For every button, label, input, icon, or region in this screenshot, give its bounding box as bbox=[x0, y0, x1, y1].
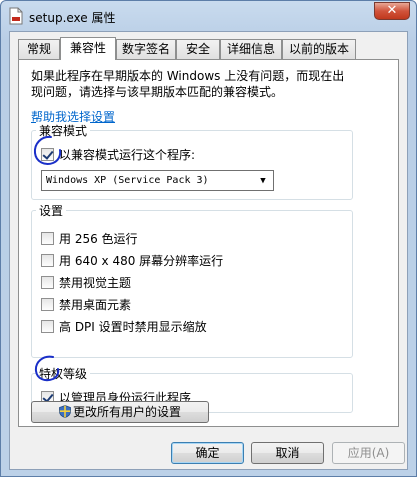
setting-256-colors-row[interactable]: 用 256 色运行 bbox=[41, 230, 138, 246]
intro-line-1: 如果此程序在早期版本的 Windows 上没有问题，而现在出 bbox=[31, 69, 345, 83]
compat-os-select[interactable]: Windows XP (Service Pack 3) ▼ bbox=[41, 170, 274, 191]
setting-256-colors-checkbox[interactable] bbox=[41, 232, 54, 245]
intro-line-2: 现问题，请选择与该早期版本匹配的兼容模式。 bbox=[31, 85, 284, 99]
tab-general[interactable]: 常规 bbox=[18, 39, 60, 59]
chevron-down-icon: ▼ bbox=[260, 176, 266, 186]
intro-text: 如果此程序在早期版本的 Windows 上没有问题，而现在出 现问题，请选择与该… bbox=[31, 68, 391, 100]
ok-button[interactable]: 确定 bbox=[171, 442, 244, 464]
compatibility-panel: 如果此程序在早期版本的 Windows 上没有问题，而现在出 现问题，请选择与该… bbox=[18, 59, 399, 427]
change-all-users-label: 更改所有用户的设置 bbox=[72, 405, 181, 419]
tab-security[interactable]: 安全 bbox=[176, 39, 220, 59]
compat-mode-group: 兼容模式 以兼容模式运行这个程序: Windows XP (Service Pa… bbox=[31, 122, 353, 200]
title-bar[interactable]: setup.exe 属性 ✕ bbox=[1, 1, 416, 31]
tab-digital-signatures[interactable]: 数字签名 bbox=[116, 39, 176, 59]
setting-640x480-checkbox[interactable] bbox=[41, 254, 54, 267]
tab-compatibility[interactable]: 兼容性 bbox=[60, 37, 116, 60]
privilege-group-title: 特权等级 bbox=[36, 365, 91, 382]
setting-disable-desktop-checkbox[interactable] bbox=[41, 298, 54, 311]
uac-shield-icon bbox=[59, 405, 71, 418]
setting-disable-themes-checkbox[interactable] bbox=[41, 276, 54, 289]
tab-details[interactable]: 详细信息 bbox=[220, 39, 282, 59]
setting-disable-desktop-row[interactable]: 禁用桌面元素 bbox=[41, 296, 131, 312]
setting-high-dpi-checkbox[interactable] bbox=[41, 320, 54, 333]
setting-high-dpi-row[interactable]: 高 DPI 设置时禁用显示缩放 bbox=[41, 318, 207, 334]
properties-window: setup.exe 属性 ✕ 常规 兼容性 数字签名 安全 详细信息 以前的版本… bbox=[0, 0, 417, 477]
close-button[interactable]: ✕ bbox=[374, 2, 410, 20]
compat-mode-group-title: 兼容模式 bbox=[36, 122, 91, 139]
compat-os-selected-value: Windows XP (Service Pack 3) bbox=[46, 175, 209, 186]
setting-high-dpi-label: 高 DPI 设置时禁用显示缩放 bbox=[59, 320, 207, 334]
compat-mode-checkbox[interactable] bbox=[41, 148, 54, 161]
file-icon bbox=[9, 7, 23, 25]
cancel-button[interactable]: 取消 bbox=[251, 442, 324, 464]
window-title: setup.exe 属性 bbox=[29, 11, 116, 25]
settings-group: 设置 用 256 色运行 用 640 x 480 屏幕分辨率运行 禁用视觉主题 … bbox=[31, 202, 353, 358]
setting-256-colors-label: 用 256 色运行 bbox=[59, 232, 138, 246]
change-all-users-button[interactable]: 更改所有用户的设置 bbox=[31, 401, 209, 423]
apply-button[interactable]: 应用(A) bbox=[332, 442, 405, 464]
compat-mode-checkbox-row[interactable]: 以兼容模式运行这个程序: bbox=[41, 146, 195, 162]
tab-previous-versions[interactable]: 以前的版本 bbox=[282, 39, 356, 59]
setting-640x480-row[interactable]: 用 640 x 480 屏幕分辨率运行 bbox=[41, 252, 223, 268]
setting-640x480-label: 用 640 x 480 屏幕分辨率运行 bbox=[59, 254, 224, 268]
settings-group-title: 设置 bbox=[36, 202, 67, 219]
compat-mode-checkbox-label: 以兼容模式运行这个程序: bbox=[59, 148, 196, 162]
setting-disable-themes-row[interactable]: 禁用视觉主题 bbox=[41, 274, 131, 290]
setting-disable-themes-label: 禁用视觉主题 bbox=[59, 276, 132, 290]
setting-disable-desktop-label: 禁用桌面元素 bbox=[59, 298, 132, 312]
